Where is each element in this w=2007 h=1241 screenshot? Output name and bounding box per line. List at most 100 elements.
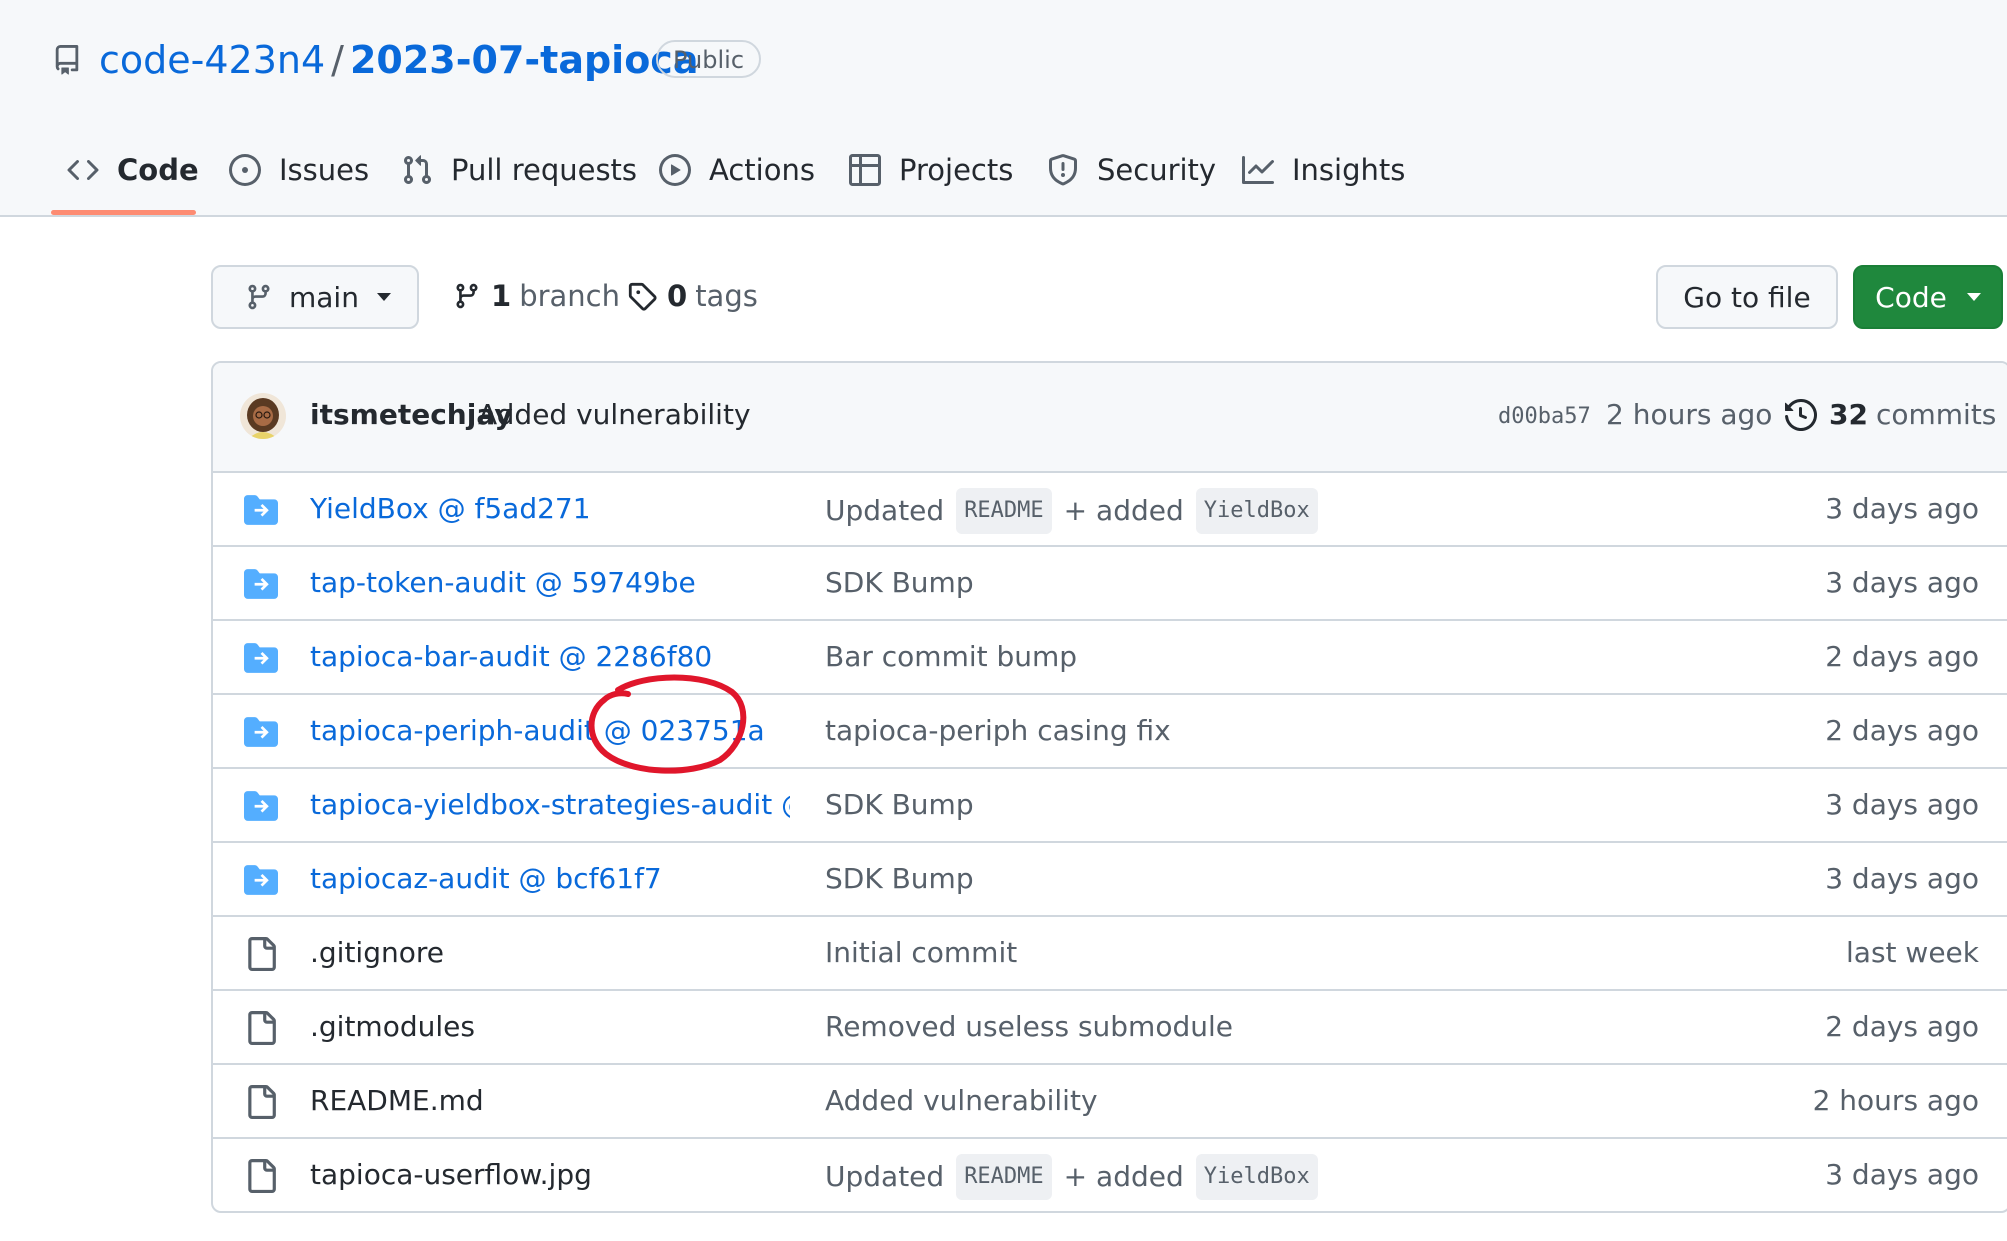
tags-link[interactable]: 0 tags — [627, 270, 758, 322]
last-updated-time: 3 days ago — [1825, 1158, 1979, 1191]
commit-message-text: Added vulnerability — [825, 1084, 1098, 1117]
commit-message-link[interactable]: SDK Bump — [825, 858, 974, 900]
last-updated-time: 2 hours ago — [1812, 1084, 1979, 1117]
file-row[interactable]: YieldBox @ f5ad271 Updated README + added Yi… — [213, 473, 2007, 547]
tab-pull-requests[interactable]: Pull requests — [401, 138, 637, 202]
tab-projects[interactable]: Projects — [849, 138, 1013, 202]
code-chip: YieldBox — [1195, 488, 1318, 534]
git-branch-icon — [248, 284, 270, 310]
shield-icon — [1049, 154, 1077, 186]
file-row[interactable]: README.md Added vulnerability 2 hours ago — [213, 1065, 2007, 1139]
file-submodule-icon — [244, 715, 278, 749]
file-submodule-icon — [244, 567, 278, 601]
selected-tab-indicator — [51, 210, 196, 215]
branches-link[interactable]: 1 branch — [453, 270, 620, 322]
commit-message-link[interactable]: Added vulnerability — [478, 393, 751, 437]
code-icon — [67, 159, 99, 181]
file-row[interactable]: tapioca-userflow.jpg Updated README + added… — [213, 1139, 2007, 1211]
commit-message-link[interactable]: Initial commit — [825, 932, 1017, 974]
issue-opened-icon — [229, 154, 261, 186]
submodule-link[interactable]: tapioca-bar-audit @ 2286f80 — [310, 636, 712, 678]
tab-code[interactable]: Code — [67, 138, 199, 202]
code-button-label: Code — [1875, 280, 1947, 314]
file-row[interactable]: .gitignore Initial commit last week — [213, 917, 2007, 991]
file-row[interactable]: tapioca-yieldbox-strategies-audit @ … SDK… — [213, 769, 2007, 843]
visibility-badge: Public — [656, 40, 762, 78]
submodule-link[interactable]: tapiocaz-audit @ bcf61f7 — [310, 858, 662, 900]
tab-issues[interactable]: Issues — [229, 138, 369, 202]
branch-name: main — [289, 280, 359, 314]
submodule-link[interactable]: tapioca-periph-audit @ 023751a — [310, 710, 765, 752]
commits-history-link[interactable]: 32 commits — [1785, 391, 1996, 439]
last-updated-time: 3 days ago — [1825, 788, 1979, 821]
last-updated-time: 3 days ago — [1825, 492, 1979, 525]
caret-down-icon — [1966, 293, 1981, 301]
file-submodule-icon — [244, 641, 278, 675]
file-row[interactable]: tapioca-bar-audit @ 2286f80 Bar commit bu… — [213, 621, 2007, 695]
branch-label: branch — [519, 279, 620, 313]
commit-message-text: tapioca-periph casing fix — [825, 714, 1171, 747]
tab-pull-requests-label: Pull requests — [451, 153, 638, 187]
file-row[interactable]: tapioca-periph-audit @ 023751a tapioca-pe… — [213, 695, 2007, 769]
code-chip: README — [956, 1154, 1052, 1200]
file-icon — [244, 937, 278, 971]
file-name-link[interactable]: .gitmodules — [310, 1006, 475, 1048]
git-branch-icon — [456, 283, 478, 309]
repo-icon — [55, 45, 79, 75]
commit-message-link[interactable]: SDK Bump — [825, 784, 974, 826]
commit-time: 2 hours ago — [1606, 398, 1773, 431]
commit-message-link[interactable]: Removed useless submodule — [825, 1006, 1233, 1048]
commit-message-text: SDK Bump — [825, 788, 974, 821]
commit-label: commits — [1875, 398, 1997, 431]
code-chip: YieldBox — [1195, 1154, 1318, 1200]
last-updated-time: 3 days ago — [1825, 862, 1979, 895]
commit-message-link[interactable]: Updated README + added YieldBox — [825, 488, 1330, 534]
code-chip: README — [956, 488, 1052, 534]
commit-message-link[interactable]: Updated README + added YieldBox — [825, 1154, 1330, 1200]
tab-issues-label: Issues — [279, 153, 370, 187]
commit-message-link[interactable]: tapioca-periph casing fix — [825, 710, 1171, 752]
tab-security-label: Security — [1097, 153, 1217, 187]
file-row[interactable]: .gitmodules Removed useless submodule 2 da… — [213, 991, 2007, 1065]
branch-select-button[interactable]: main — [211, 265, 419, 329]
commit-sha-link[interactable]: d00ba57 — [1498, 399, 1591, 435]
commit-message-text: Removed useless submodule — [825, 1010, 1233, 1043]
commit-message-text: + added — [1063, 1160, 1184, 1193]
file-list: YieldBox @ f5ad271 Updated README + added Yi… — [213, 473, 2007, 1211]
file-row[interactable]: tapiocaz-audit @ bcf61f7 SDK Bump 3 days a… — [213, 843, 2007, 917]
repo-name-link[interactable]: 2023-07-tapioca — [350, 38, 699, 82]
last-updated-time: 3 days ago — [1825, 566, 1979, 599]
file-submodule-icon — [244, 863, 278, 897]
tab-actions[interactable]: Actions — [659, 138, 815, 202]
play-icon — [659, 154, 691, 186]
tab-security[interactable]: Security — [1047, 138, 1216, 202]
file-name-link[interactable]: README.md — [310, 1080, 484, 1122]
branch-count: 1 — [491, 279, 512, 313]
tag-label: tags — [695, 279, 758, 313]
tab-code-label: Code — [117, 153, 199, 187]
code-dropdown-button[interactable]: Code — [1853, 265, 2003, 329]
avatar[interactable] — [240, 393, 286, 439]
commit-message-text: Bar commit bump — [825, 640, 1078, 673]
history-icon — [1785, 399, 1817, 431]
commit-message-text: Updated — [825, 494, 945, 527]
submodule-link[interactable]: tap-token-audit @ 59749be — [310, 562, 696, 604]
commit-message-text: SDK Bump — [825, 862, 974, 895]
tag-icon — [628, 282, 657, 311]
commit-message-link[interactable]: Added vulnerability — [825, 1080, 1098, 1122]
submodule-link[interactable]: YieldBox @ f5ad271 — [310, 488, 591, 530]
repo-owner-link[interactable]: code-423n4 — [99, 38, 325, 82]
submodule-link[interactable]: tapioca-yieldbox-strategies-audit @ … — [310, 784, 790, 826]
commit-message-link[interactable]: Bar commit bump — [825, 636, 1077, 678]
file-icon — [244, 1085, 278, 1119]
commit-message-link[interactable]: SDK Bump — [825, 562, 974, 604]
tab-insights[interactable]: Insights — [1242, 138, 1405, 202]
go-to-file-button[interactable]: Go to file — [1656, 265, 1838, 329]
commit-count: 32 — [1829, 398, 1868, 431]
tab-actions-label: Actions — [709, 153, 815, 187]
tab-insights-label: Insights — [1292, 153, 1406, 187]
file-submodule-icon — [244, 789, 278, 823]
file-row[interactable]: tap-token-audit @ 59749be SDK Bump 3 days … — [213, 547, 2007, 621]
file-name-link[interactable]: .gitignore — [310, 932, 444, 974]
file-name-link[interactable]: tapioca-userflow.jpg — [310, 1154, 592, 1196]
